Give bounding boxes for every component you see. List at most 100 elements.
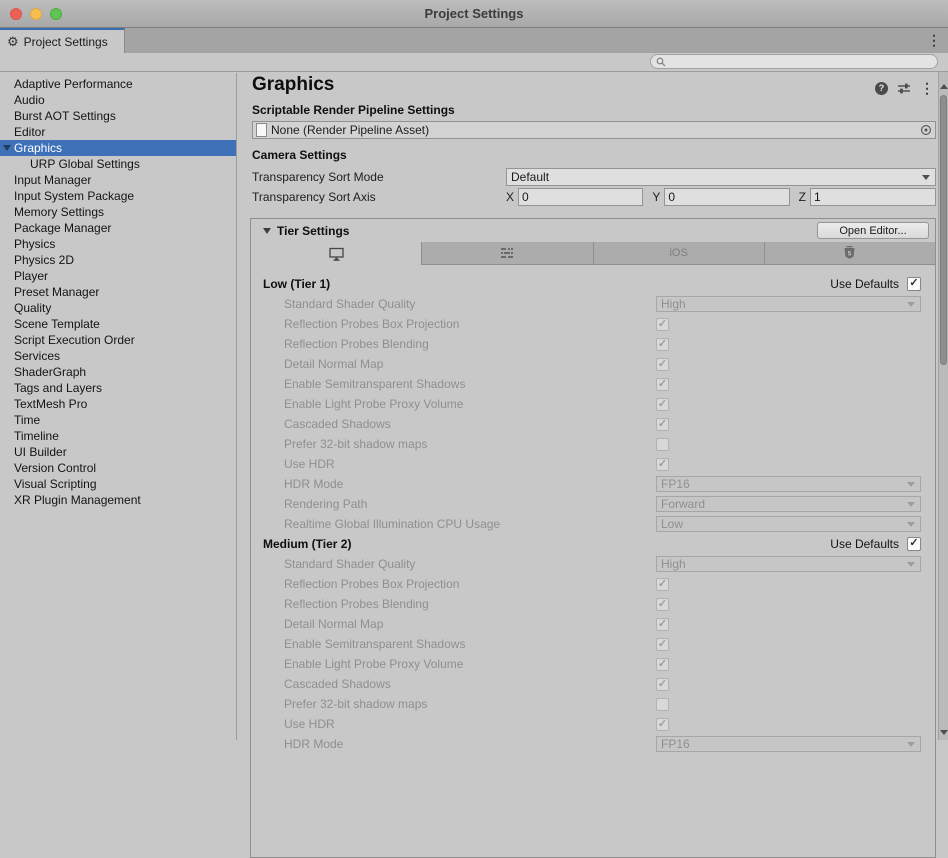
sidebar-item-quality[interactable]: Quality	[0, 300, 236, 316]
checkbox-cascaded-shadows[interactable]: ✓	[656, 418, 669, 431]
checkbox-prefer-32-bit-shadow-maps[interactable]	[656, 438, 669, 451]
sidebar-item-version-control[interactable]: Version Control	[0, 460, 236, 476]
tier-row-label: HDR Mode	[263, 477, 656, 491]
sidebar-item-input-system-package[interactable]: Input System Package	[0, 188, 236, 204]
sidebar-item-player[interactable]: Player	[0, 268, 236, 284]
scroll-down-arrow-icon[interactable]	[940, 730, 948, 735]
checkbox-enable-light-probe-proxy-volume[interactable]: ✓	[656, 398, 669, 411]
checkbox-prefer-32-bit-shadow-maps[interactable]	[656, 698, 669, 711]
tier-row-label: Rendering Path	[263, 497, 656, 511]
transparency-sort-mode-dropdown[interactable]: Default	[506, 168, 936, 186]
dropdown-hdr-mode[interactable]: FP16	[656, 736, 921, 752]
checkbox-reflection-probes-blending[interactable]: ✓	[656, 598, 669, 611]
checkbox-reflection-probes-box-projection[interactable]: ✓	[656, 318, 669, 331]
tab-project-settings[interactable]: ⚙ Project Settings	[0, 28, 125, 53]
chevron-down-icon	[907, 562, 915, 567]
more-menu-icon[interactable]: ⋮	[920, 81, 934, 95]
search-icon	[656, 57, 666, 67]
tier-tab-ios[interactable]: iOS	[593, 242, 764, 265]
use-defaults-checkbox[interactable]: ✓	[907, 277, 921, 291]
checkbox-detail-normal-map[interactable]: ✓	[656, 618, 669, 631]
checkbox-reflection-probes-blending[interactable]: ✓	[656, 338, 669, 351]
dropdown-standard-shader-quality[interactable]: High	[656, 296, 921, 312]
help-icon[interactable]: ?	[875, 82, 888, 95]
checkbox-use-hdr[interactable]: ✓	[656, 718, 669, 731]
sidebar-item-preset-manager[interactable]: Preset Manager	[0, 284, 236, 300]
minimize-window-button[interactable]	[30, 8, 42, 20]
dropdown-hdr-mode[interactable]: FP16	[656, 476, 921, 492]
window-titlebar[interactable]: Project Settings	[0, 0, 948, 28]
axis-x-label: X	[506, 190, 514, 204]
dropdown-standard-shader-quality[interactable]: High	[656, 556, 921, 572]
sidebar-item-audio[interactable]: Audio	[0, 92, 236, 108]
sidebar-item-xr-plugin-management[interactable]: XR Plugin Management	[0, 492, 236, 508]
tier-row-use-hdr: Use HDR✓	[251, 454, 935, 474]
sidebar-item-label: Graphics	[14, 141, 62, 155]
scrollbar-thumb[interactable]	[940, 95, 947, 365]
sidebar-item-physics-2d[interactable]: Physics 2D	[0, 252, 236, 268]
sidebar-item-label: Input System Package	[14, 189, 134, 203]
checkbox-enable-semitransparent-shadows[interactable]: ✓	[656, 638, 669, 651]
checkbox-enable-light-probe-proxy-volume[interactable]: ✓	[656, 658, 669, 671]
sidebar-item-tags-and-layers[interactable]: Tags and Layers	[0, 380, 236, 396]
tier-row-label: Enable Light Probe Proxy Volume	[263, 397, 656, 411]
sidebar-item-graphics[interactable]: Graphics	[0, 140, 236, 156]
tier-row-prefer-32-bit-shadow-maps: Prefer 32-bit shadow maps	[251, 694, 935, 714]
sidebar-item-scene-template[interactable]: Scene Template	[0, 316, 236, 332]
axis-z-field[interactable]: 1	[810, 188, 936, 206]
tier-settings-header: Tier Settings Open Editor...	[251, 219, 935, 242]
axis-y-field[interactable]: 0	[664, 188, 789, 206]
vertical-scrollbar[interactable]	[938, 72, 948, 740]
sidebar-item-timeline[interactable]: Timeline	[0, 428, 236, 444]
checkbox-reflection-probes-box-projection[interactable]: ✓	[656, 578, 669, 591]
foldout-triangle-icon[interactable]	[3, 145, 11, 151]
sidebar-item-burst-aot-settings[interactable]: Burst AOT Settings	[0, 108, 236, 124]
close-window-button[interactable]	[10, 8, 22, 20]
scroll-up-arrow-icon[interactable]	[940, 84, 948, 89]
sidebar-item-urp-global-settings[interactable]: URP Global Settings	[0, 156, 236, 172]
sidebar-item-editor[interactable]: Editor	[0, 124, 236, 140]
checkbox-use-hdr[interactable]: ✓	[656, 458, 669, 471]
tab-menu-icon[interactable]: ⋮	[927, 33, 941, 47]
tab-bar: ⚙ Project Settings ⋮	[0, 28, 948, 53]
sidebar-item-input-manager[interactable]: Input Manager	[0, 172, 236, 188]
traffic-lights	[10, 8, 62, 20]
render-pipeline-asset-field[interactable]: None (Render Pipeline Asset)	[252, 121, 936, 139]
axis-x-field[interactable]: 0	[518, 188, 643, 206]
search-box[interactable]	[650, 54, 938, 69]
tier-row-label: Use HDR	[263, 717, 656, 731]
tier-tab-webgl[interactable]: 5	[764, 242, 935, 265]
presets-icon[interactable]	[897, 82, 911, 94]
open-editor-button[interactable]: Open Editor...	[817, 222, 929, 239]
sidebar-item-adaptive-performance[interactable]: Adaptive Performance	[0, 76, 236, 92]
checkbox-cascaded-shadows[interactable]: ✓	[656, 678, 669, 691]
sidebar-item-package-manager[interactable]: Package Manager	[0, 220, 236, 236]
axis-y-label: Y	[652, 190, 660, 204]
sidebar-item-label: Tags and Layers	[14, 381, 102, 395]
use-defaults-checkbox[interactable]: ✓	[907, 537, 921, 551]
sidebar-item-visual-scripting[interactable]: Visual Scripting	[0, 476, 236, 492]
sidebar-item-time[interactable]: Time	[0, 412, 236, 428]
sidebar-item-script-execution-order[interactable]: Script Execution Order	[0, 332, 236, 348]
tier-row-hdr-mode: HDR ModeFP16	[251, 734, 935, 754]
tier-row-label: Realtime Global Illumination CPU Usage	[263, 517, 656, 531]
checkbox-enable-semitransparent-shadows[interactable]: ✓	[656, 378, 669, 391]
webgl-icon: 5	[844, 246, 855, 260]
sidebar-item-textmesh-pro[interactable]: TextMesh Pro	[0, 396, 236, 412]
search-input[interactable]	[669, 56, 937, 68]
dropdown-rendering-path[interactable]: Forward	[656, 496, 921, 512]
sidebar-item-physics[interactable]: Physics	[0, 236, 236, 252]
dropdown-realtime-global-illumination-cpu-usage[interactable]: Low	[656, 516, 921, 532]
sidebar-item-services[interactable]: Services	[0, 348, 236, 364]
sidebar-item-ui-builder[interactable]: UI Builder	[0, 444, 236, 460]
sidebar-item-memory-settings[interactable]: Memory Settings	[0, 204, 236, 220]
foldout-triangle-icon[interactable]	[263, 228, 271, 234]
zoom-window-button[interactable]	[50, 8, 62, 20]
tier-tab-desktop[interactable]	[251, 242, 421, 265]
object-picker-icon[interactable]	[920, 124, 932, 136]
use-defaults-label: Use Defaults	[830, 537, 899, 551]
dropdown-hdr-mode-value: FP16	[661, 477, 690, 491]
sidebar-item-shadergraph[interactable]: ShaderGraph	[0, 364, 236, 380]
checkbox-detail-normal-map[interactable]: ✓	[656, 358, 669, 371]
tier-tab-server[interactable]	[421, 242, 592, 265]
